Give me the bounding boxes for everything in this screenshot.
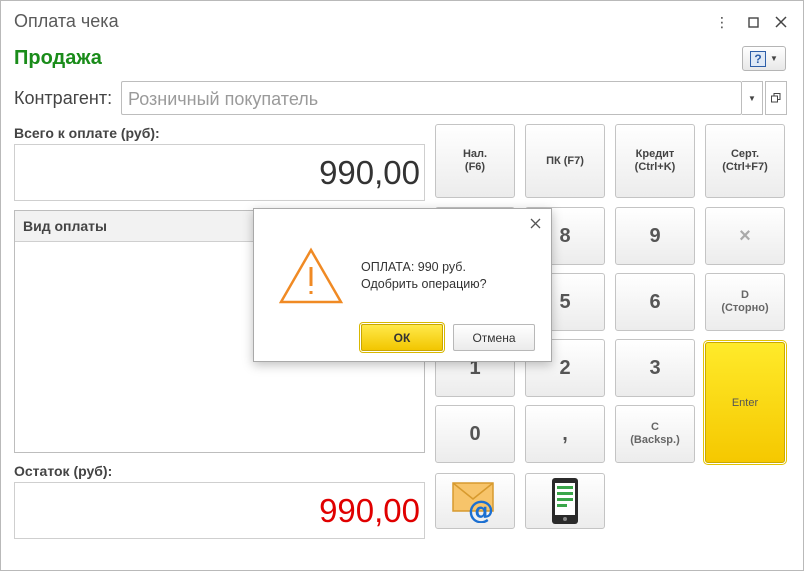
key-9[interactable]: 9: [615, 207, 695, 265]
comma-button[interactable]: ,: [525, 405, 605, 463]
total-amount: 990,00: [14, 144, 425, 201]
email-icon: @: [452, 482, 494, 523]
balance-amount: 990,00: [14, 482, 425, 539]
storno-button[interactable]: D (Сторно): [705, 273, 785, 331]
dialog-message: ОПЛАТА: 990 руб. Одобрить операцию?: [361, 259, 487, 293]
page-title: Продажа: [14, 47, 102, 69]
payment-window: Оплата чека ⋮ Продажа ? ▼ Контрагент: Ро…: [0, 0, 804, 571]
window-title: Оплата чека: [14, 11, 119, 31]
title-bar: Оплата чека ⋮: [1, 1, 803, 41]
warning-icon: [279, 247, 343, 304]
chevron-down-icon: ▼: [748, 93, 756, 103]
close-icon[interactable]: [527, 215, 543, 231]
svg-text:@: @: [468, 496, 494, 523]
cancel-button[interactable]: Отмена: [453, 324, 535, 351]
enter-button[interactable]: Enter: [705, 342, 785, 463]
key-0[interactable]: 0: [435, 405, 515, 463]
maximize-icon[interactable]: [742, 11, 764, 33]
credit-button[interactable]: Кредит (Ctrl+K): [615, 124, 695, 198]
key-3[interactable]: 3: [615, 339, 695, 397]
help-icon: ?: [750, 50, 767, 67]
cash-button[interactable]: Нал. (F6): [435, 124, 515, 198]
backspace-button[interactable]: C (Backsp.): [615, 405, 695, 463]
sms-receipt-button[interactable]: [525, 473, 605, 529]
ok-button[interactable]: ОК: [361, 324, 443, 351]
help-button[interactable]: ? ▼: [742, 46, 786, 71]
counterparty-label: Контрагент:: [14, 88, 113, 108]
multiply-button[interactable]: ×: [705, 207, 785, 265]
more-menu-icon[interactable]: ⋮: [711, 11, 733, 33]
open-window-icon: [771, 93, 781, 103]
key-6[interactable]: 6: [615, 273, 695, 331]
chevron-down-icon: ▼: [770, 54, 778, 63]
dialog-message-line2: Одобрить операцию?: [361, 277, 487, 291]
counterparty-dropdown-button[interactable]: ▼: [742, 81, 763, 115]
email-receipt-button[interactable]: @: [435, 473, 515, 529]
counterparty-open-button[interactable]: [765, 81, 787, 115]
counterparty-input[interactable]: Розничный покупатель: [121, 81, 742, 115]
total-label: Всего к оплате (руб):: [14, 125, 160, 141]
close-icon[interactable]: [770, 11, 792, 33]
smartphone-icon: [552, 478, 578, 524]
dialog-message-line1: ОПЛАТА: 990 руб.: [361, 260, 466, 274]
card-button[interactable]: ПК (F7): [525, 124, 605, 198]
certificate-button[interactable]: Серт. (Ctrl+F7): [705, 124, 785, 198]
confirm-dialog: ОПЛАТА: 990 руб. Одобрить операцию? ОК О…: [253, 208, 552, 362]
balance-label: Остаток (руб):: [14, 463, 113, 479]
